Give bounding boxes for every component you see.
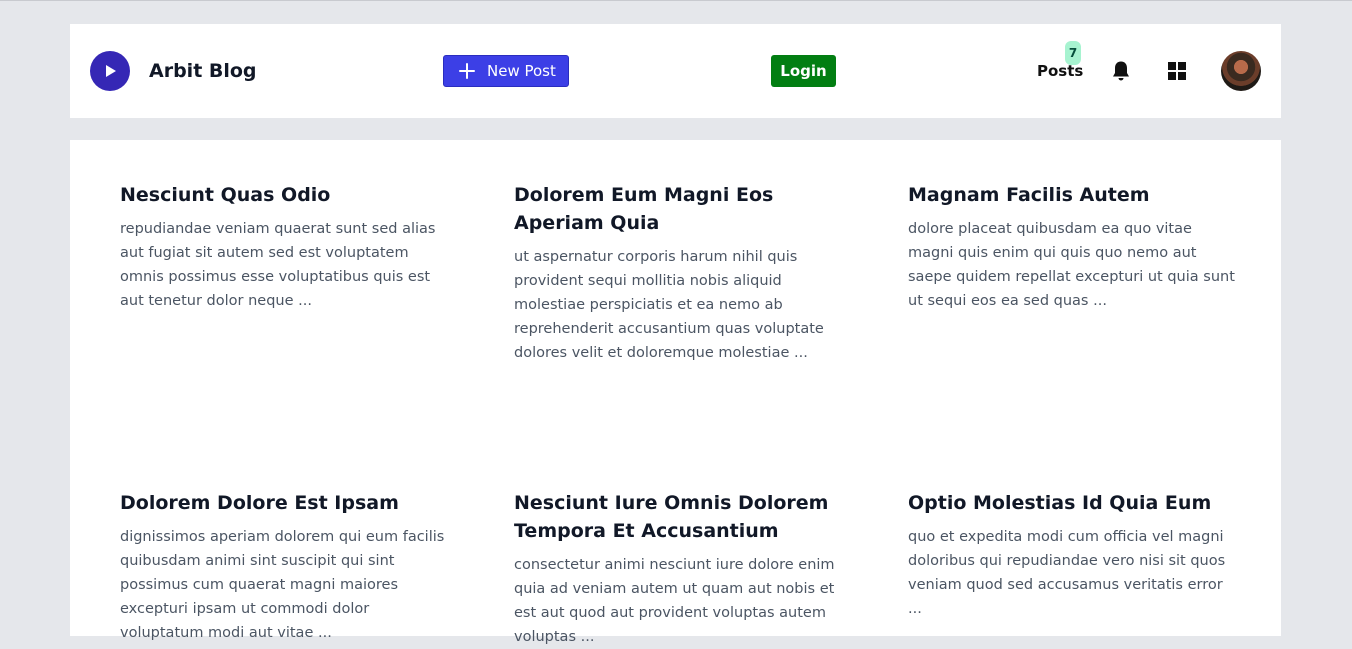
grid-icon[interactable] [1167,61,1187,81]
login-button[interactable]: Login [771,55,836,87]
post-excerpt: dignissimos aperiam dolorem qui eum faci… [120,529,445,641]
top-border [0,0,1352,1]
brand-title[interactable]: Arbit Blog [149,58,257,84]
post-title[interactable]: Nesciunt Iure Omnis Dolorem Tempora Et A… [514,489,844,545]
play-icon [106,65,116,77]
post-excerpt: quo et expedita modi cum officia vel mag… [908,529,1226,617]
post-excerpt: dolore placeat quibusdam ea quo vitae ma… [908,221,1235,309]
logo[interactable] [90,51,130,91]
new-post-button[interactable]: New Post [443,55,569,87]
avatar[interactable] [1221,51,1261,91]
post-card[interactable]: Nesciunt Iure Omnis Dolorem Tempora Et A… [514,489,844,649]
post-title[interactable]: Dolorem Eum Magni Eos Aperiam Quia [514,181,844,237]
post-title[interactable]: Dolorem Dolore Est Ipsam [120,489,450,517]
post-title[interactable]: Magnam Facilis Autem [908,181,1238,209]
post-title[interactable]: Nesciunt Quas Odio [120,181,450,209]
post-excerpt: consectetur animi nesciunt iure dolore e… [514,557,835,645]
post-card[interactable]: Nesciunt Quas Odio repudiandae veniam qu… [120,181,450,313]
post-excerpt: repudiandae veniam quaerat sunt sed alia… [120,221,436,309]
post-title[interactable]: Optio Molestias Id Quia Eum [908,489,1238,517]
bell-icon[interactable] [1109,59,1133,83]
posts-grid: Nesciunt Quas Odio repudiandae veniam qu… [70,140,1281,645]
post-card[interactable]: Dolorem Eum Magni Eos Aperiam Quia ut as… [514,181,844,365]
navbar: Arbit Blog New Post Login Posts 7 [70,24,1281,118]
post-card[interactable]: Dolorem Dolore Est Ipsam dignissimos ape… [120,489,450,645]
post-card[interactable]: Magnam Facilis Autem dolore placeat quib… [908,181,1238,313]
new-post-label: New Post [487,62,556,80]
post-card[interactable]: Optio Molestias Id Quia Eum quo et exped… [908,489,1238,621]
post-excerpt: ut aspernatur corporis harum nihil quis … [514,249,824,361]
posts-count-badge: 7 [1065,41,1081,65]
plus-icon [459,63,475,79]
